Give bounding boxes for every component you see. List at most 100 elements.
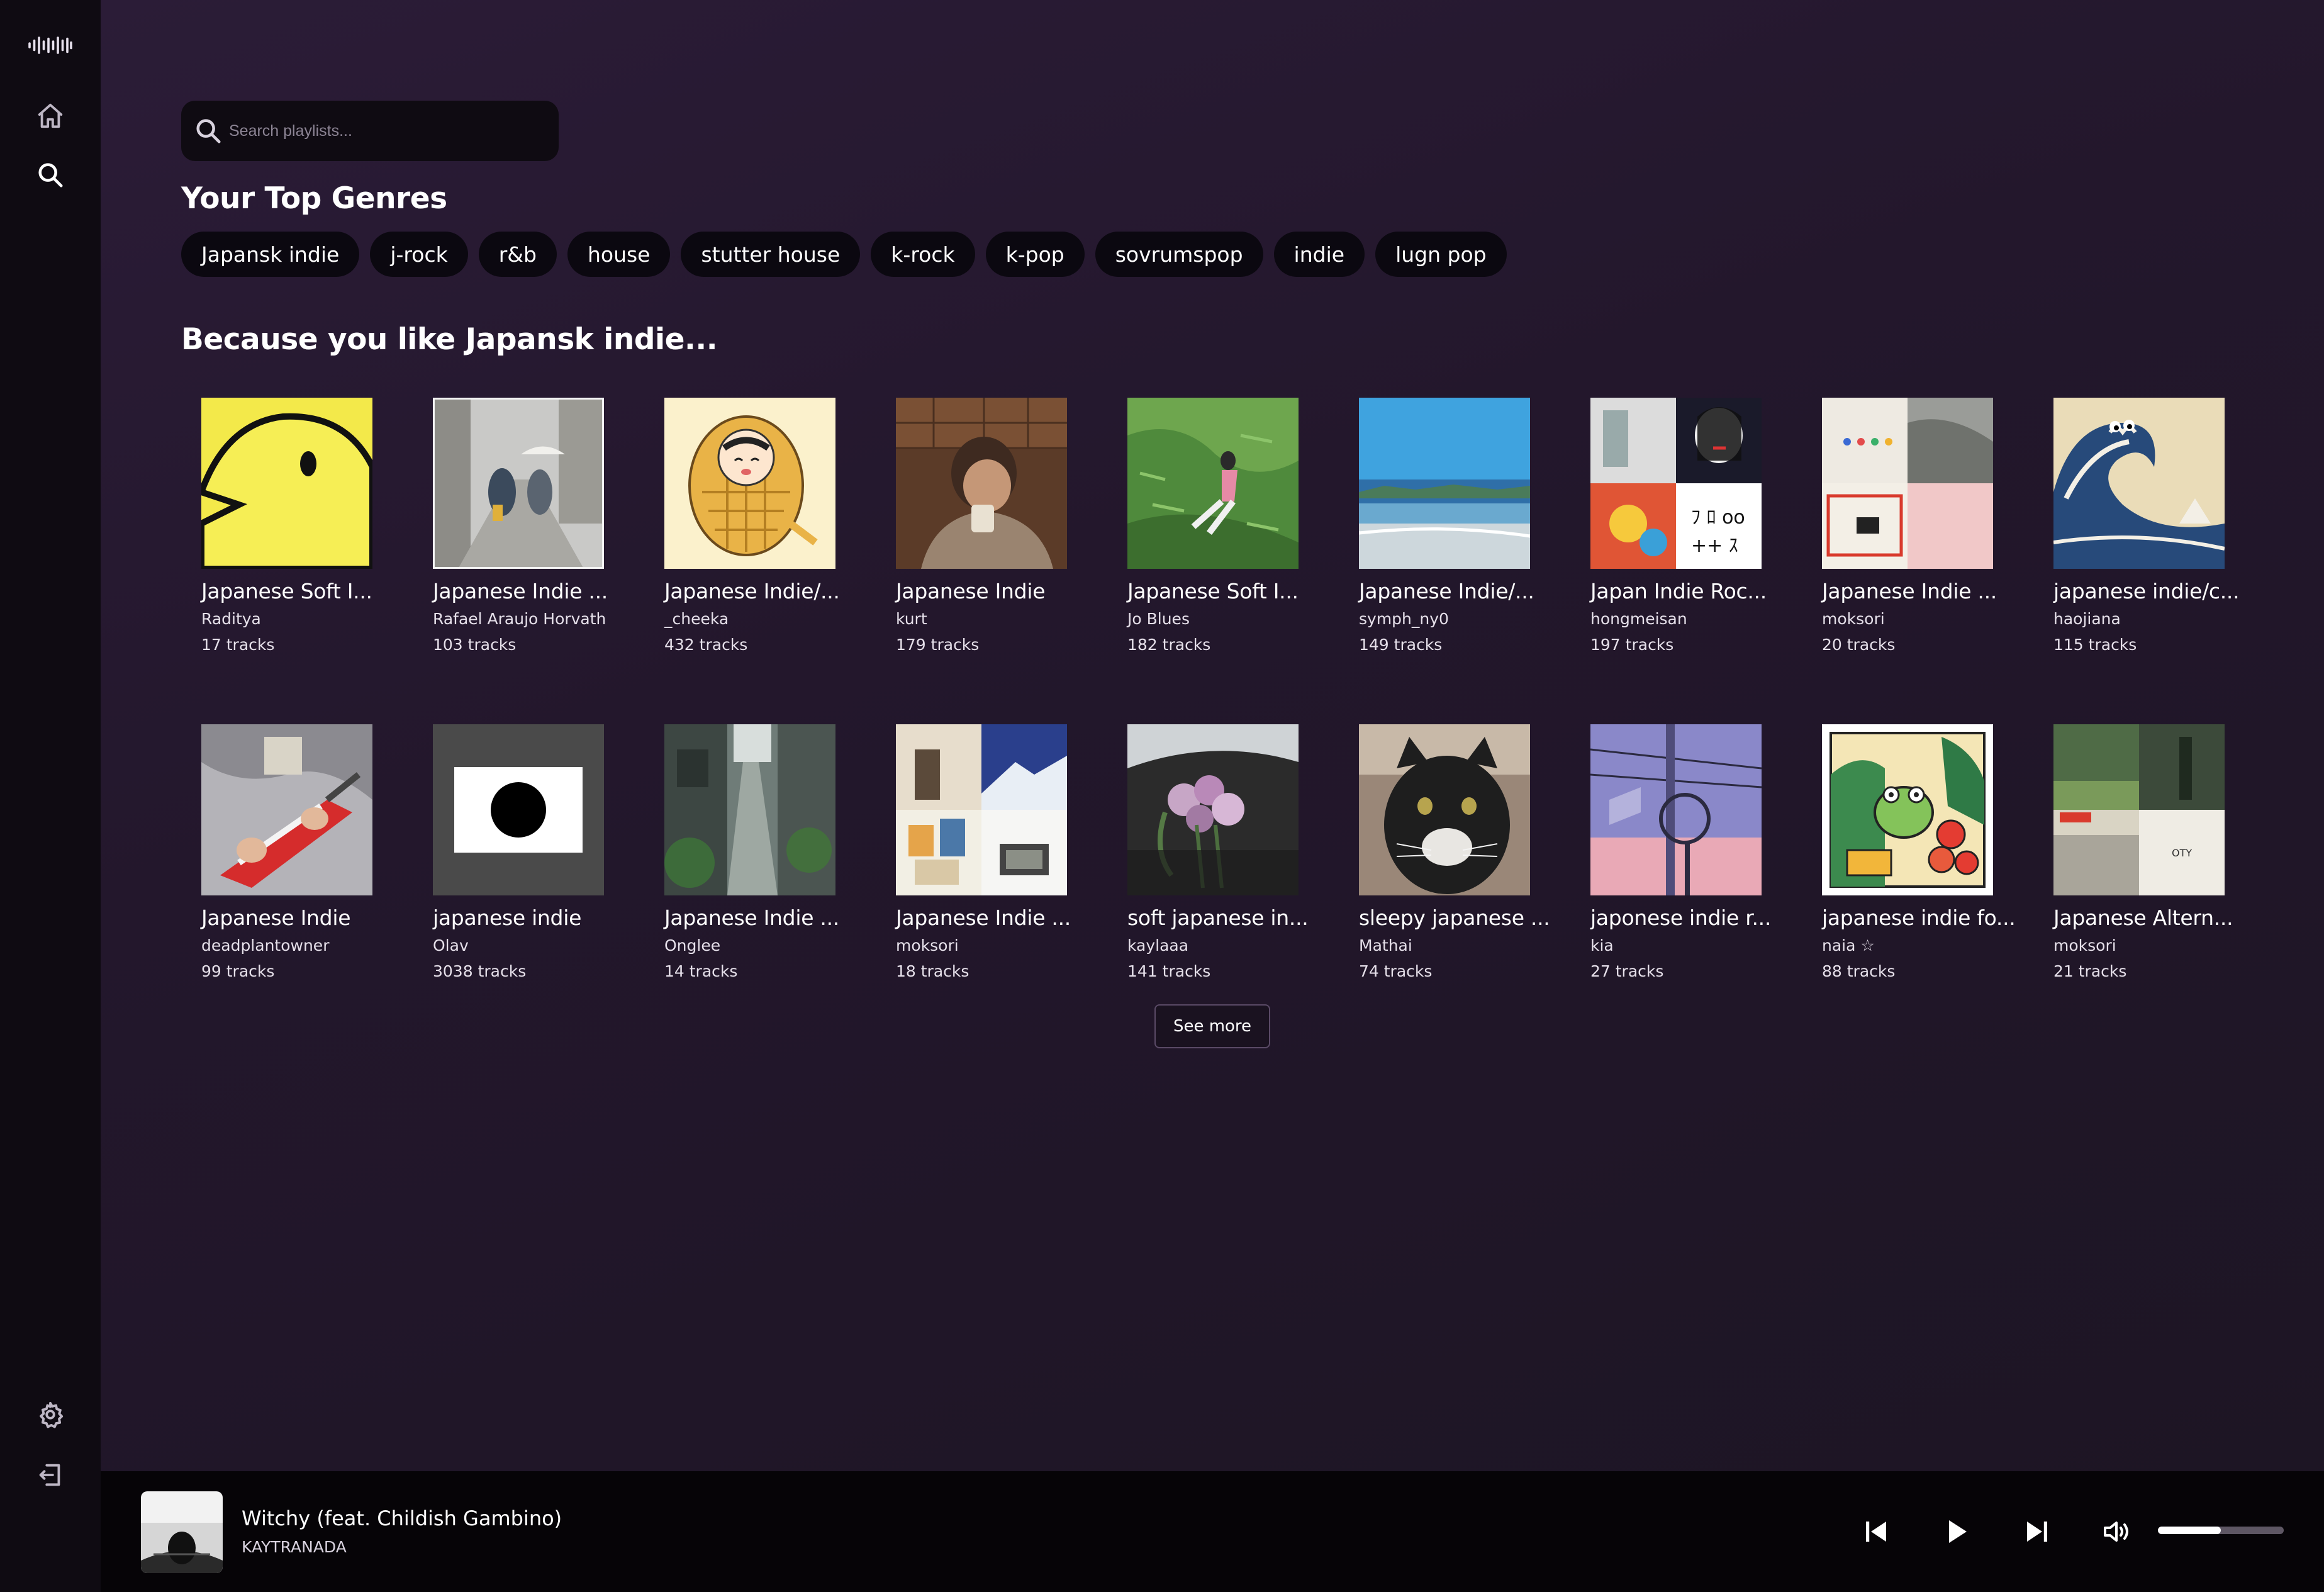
playlist-cover bbox=[664, 398, 835, 569]
playlist-cover: ﾌ ﾛ oo ++ ｽ bbox=[1590, 398, 1762, 569]
playlist-owner: symph_ny0 bbox=[1359, 610, 1449, 628]
playlist-owner: kurt bbox=[896, 610, 927, 628]
app: Your Top Genres Japansk indie j-rock r&b… bbox=[0, 0, 2324, 1592]
volume-slider-fill bbox=[2158, 1527, 2221, 1534]
genre-chip[interactable]: k-pop bbox=[985, 232, 1085, 277]
playlist-title: sleepy japanese ... bbox=[1359, 905, 1550, 930]
playlist-card[interactable]: Japanese Indie/... _cheeka 432 tracks bbox=[664, 398, 840, 654]
playlist-track-count: 14 tracks bbox=[664, 962, 738, 980]
playlist-title: Japanese Indie ... bbox=[433, 579, 608, 603]
playlist-title: japanese indie fo... bbox=[1822, 905, 2016, 930]
previous-button[interactable] bbox=[1855, 1510, 1897, 1553]
playlist-cover bbox=[1359, 724, 1530, 895]
playlist-track-count: 18 tracks bbox=[896, 962, 969, 980]
playlist-track-count: 115 tracks bbox=[2053, 636, 2137, 654]
playlist-cover bbox=[664, 724, 835, 895]
playlist-cover bbox=[1359, 398, 1530, 569]
playlist-card[interactable]: japonese indie r... kia 27 tracks bbox=[1590, 724, 1772, 980]
genre-chip[interactable]: Japansk indie bbox=[181, 232, 360, 277]
playlist-card[interactable]: sleepy japanese ... Mathai 74 tracks bbox=[1359, 724, 1550, 980]
now-playing-title: Witchy (feat. Childish Gambino) bbox=[242, 1506, 562, 1530]
playlist-card[interactable]: ﾌ ﾛ oo ++ ｽ Japan Indie Roc... hongmeisan… bbox=[1590, 398, 1767, 654]
playlist-card[interactable]: OTY Japanese Altern... moksori 21 tracks bbox=[2053, 724, 2233, 980]
playlist-title: Japanese Indie/... bbox=[664, 579, 840, 603]
svg-text:++ ｽ: ++ ｽ bbox=[1691, 535, 1738, 557]
playlist-title: Japanese Indie ... bbox=[664, 905, 839, 930]
playlist-card[interactable]: soft japanese in... kaylaaa 141 tracks bbox=[1127, 724, 1309, 980]
playlist-title: Japanese Indie bbox=[896, 579, 1046, 603]
playlist-card[interactable]: Japanese Indie deadplantowner 99 tracks bbox=[201, 724, 372, 980]
now-playing-cover bbox=[141, 1491, 223, 1573]
playlist-card[interactable]: Japanese Soft I... Raditya 17 tracks bbox=[201, 398, 372, 654]
genre-chip[interactable]: k-rock bbox=[871, 232, 975, 277]
next-button[interactable] bbox=[2016, 1510, 2059, 1553]
genre-chip[interactable]: stutter house bbox=[681, 232, 861, 277]
genre-chip[interactable]: house bbox=[567, 232, 671, 277]
playlist-track-count: 179 tracks bbox=[896, 636, 980, 654]
svg-text:ﾌ ﾛ oo: ﾌ ﾛ oo bbox=[1691, 507, 1745, 529]
playlist-card[interactable]: Japanese Indie ... Rafael Araujo Horvath… bbox=[433, 398, 608, 654]
playlist-card[interactable]: Japanese Indie/... symph_ny0 149 tracks bbox=[1359, 398, 1534, 654]
genre-chip[interactable]: indie bbox=[1273, 232, 1365, 277]
playlist-track-count: 432 tracks bbox=[664, 636, 748, 654]
playlist-cover: OTY bbox=[2053, 724, 2225, 895]
playlist-track-count: 141 tracks bbox=[1127, 962, 1211, 980]
playlist-cover bbox=[433, 724, 604, 895]
playlist-title: Japanese Soft I... bbox=[1127, 579, 1299, 603]
search-input[interactable] bbox=[229, 121, 531, 140]
playlist-owner: Olav bbox=[433, 936, 469, 955]
genre-chip[interactable]: lugn pop bbox=[1375, 232, 1507, 277]
home-icon[interactable] bbox=[0, 91, 101, 141]
playlist-card[interactable]: Japanese Soft I... Jo Blues 182 tracks bbox=[1127, 398, 1299, 654]
search-icon bbox=[196, 119, 221, 143]
volume-slider[interactable] bbox=[2158, 1527, 2284, 1534]
settings-icon[interactable] bbox=[0, 1389, 101, 1440]
playlist-title: Japanese Indie ... bbox=[1822, 579, 1997, 603]
playlist-title: Japanese Indie ... bbox=[896, 905, 1071, 930]
playlist-track-count: 99 tracks bbox=[201, 962, 275, 980]
playlist-title: Japanese Altern... bbox=[2053, 905, 2233, 930]
playlist-owner: hongmeisan bbox=[1590, 610, 1687, 628]
genre-chip[interactable]: sovrumspop bbox=[1095, 232, 1263, 277]
playlist-track-count: 74 tracks bbox=[1359, 962, 1433, 980]
playlist-track-count: 149 tracks bbox=[1359, 636, 1443, 654]
playlist-cover bbox=[896, 724, 1067, 895]
playlist-cover bbox=[1822, 724, 1993, 895]
playlist-cover bbox=[1127, 724, 1299, 895]
playlist-track-count: 27 tracks bbox=[1590, 962, 1664, 980]
playlist-card[interactable]: Japanese Indie kurt 179 tracks bbox=[896, 398, 1067, 654]
search-bar[interactable] bbox=[181, 101, 559, 161]
search-icon[interactable] bbox=[0, 150, 101, 200]
playlist-title: Japanese Indie/... bbox=[1359, 579, 1534, 603]
playlist-owner: Onglee bbox=[664, 936, 721, 955]
playlist-track-count: 197 tracks bbox=[1590, 636, 1674, 654]
see-more-button[interactable]: See more bbox=[1154, 1004, 1270, 1048]
recommendation-heading: Because you like Japansk indie... bbox=[181, 322, 718, 357]
playlist-cover bbox=[2053, 398, 2225, 569]
playlist-card[interactable]: Japanese Indie ... Onglee 14 tracks bbox=[664, 724, 839, 980]
sidebar bbox=[0, 0, 101, 1592]
playlist-title: soft japanese in... bbox=[1127, 905, 1309, 930]
playlist-title: japanese indie/c... bbox=[2053, 579, 2240, 603]
soundwave-logo[interactable] bbox=[0, 20, 101, 70]
playlist-owner: moksori bbox=[2053, 936, 2116, 955]
svg-text:OTY: OTY bbox=[2172, 847, 2192, 859]
logout-icon[interactable] bbox=[0, 1450, 101, 1500]
genre-chip[interactable]: r&b bbox=[478, 232, 557, 277]
genre-chip[interactable]: j-rock bbox=[370, 232, 468, 277]
playlist-card[interactable]: Japanese Indie ... moksori 20 tracks bbox=[1822, 398, 1997, 654]
playlist-card[interactable]: Japanese Indie ... moksori 18 tracks bbox=[896, 724, 1071, 980]
play-button[interactable] bbox=[1935, 1510, 1978, 1553]
playlist-track-count: 88 tracks bbox=[1822, 962, 1896, 980]
playlist-title: Japan Indie Roc... bbox=[1590, 579, 1767, 603]
playlist-title: Japanese Soft I... bbox=[201, 579, 372, 603]
volume-button[interactable] bbox=[2095, 1510, 2138, 1553]
playlist-card[interactable]: japanese indie/c... haojiana 115 tracks bbox=[2053, 398, 2240, 654]
playlist-title: japonese indie r... bbox=[1590, 905, 1772, 930]
skip-back-icon bbox=[1866, 1522, 1886, 1542]
genre-chip-list: Japansk indie j-rock r&b house stutter h… bbox=[181, 232, 1507, 277]
playlist-owner: Mathai bbox=[1359, 936, 1412, 955]
playlist-card[interactable]: japanese indie fo... naia ☆ 88 tracks bbox=[1822, 724, 2016, 980]
playlist-owner: _cheeka bbox=[664, 610, 729, 628]
playlist-card[interactable]: japanese indie Olav 3038 tracks bbox=[433, 724, 604, 980]
